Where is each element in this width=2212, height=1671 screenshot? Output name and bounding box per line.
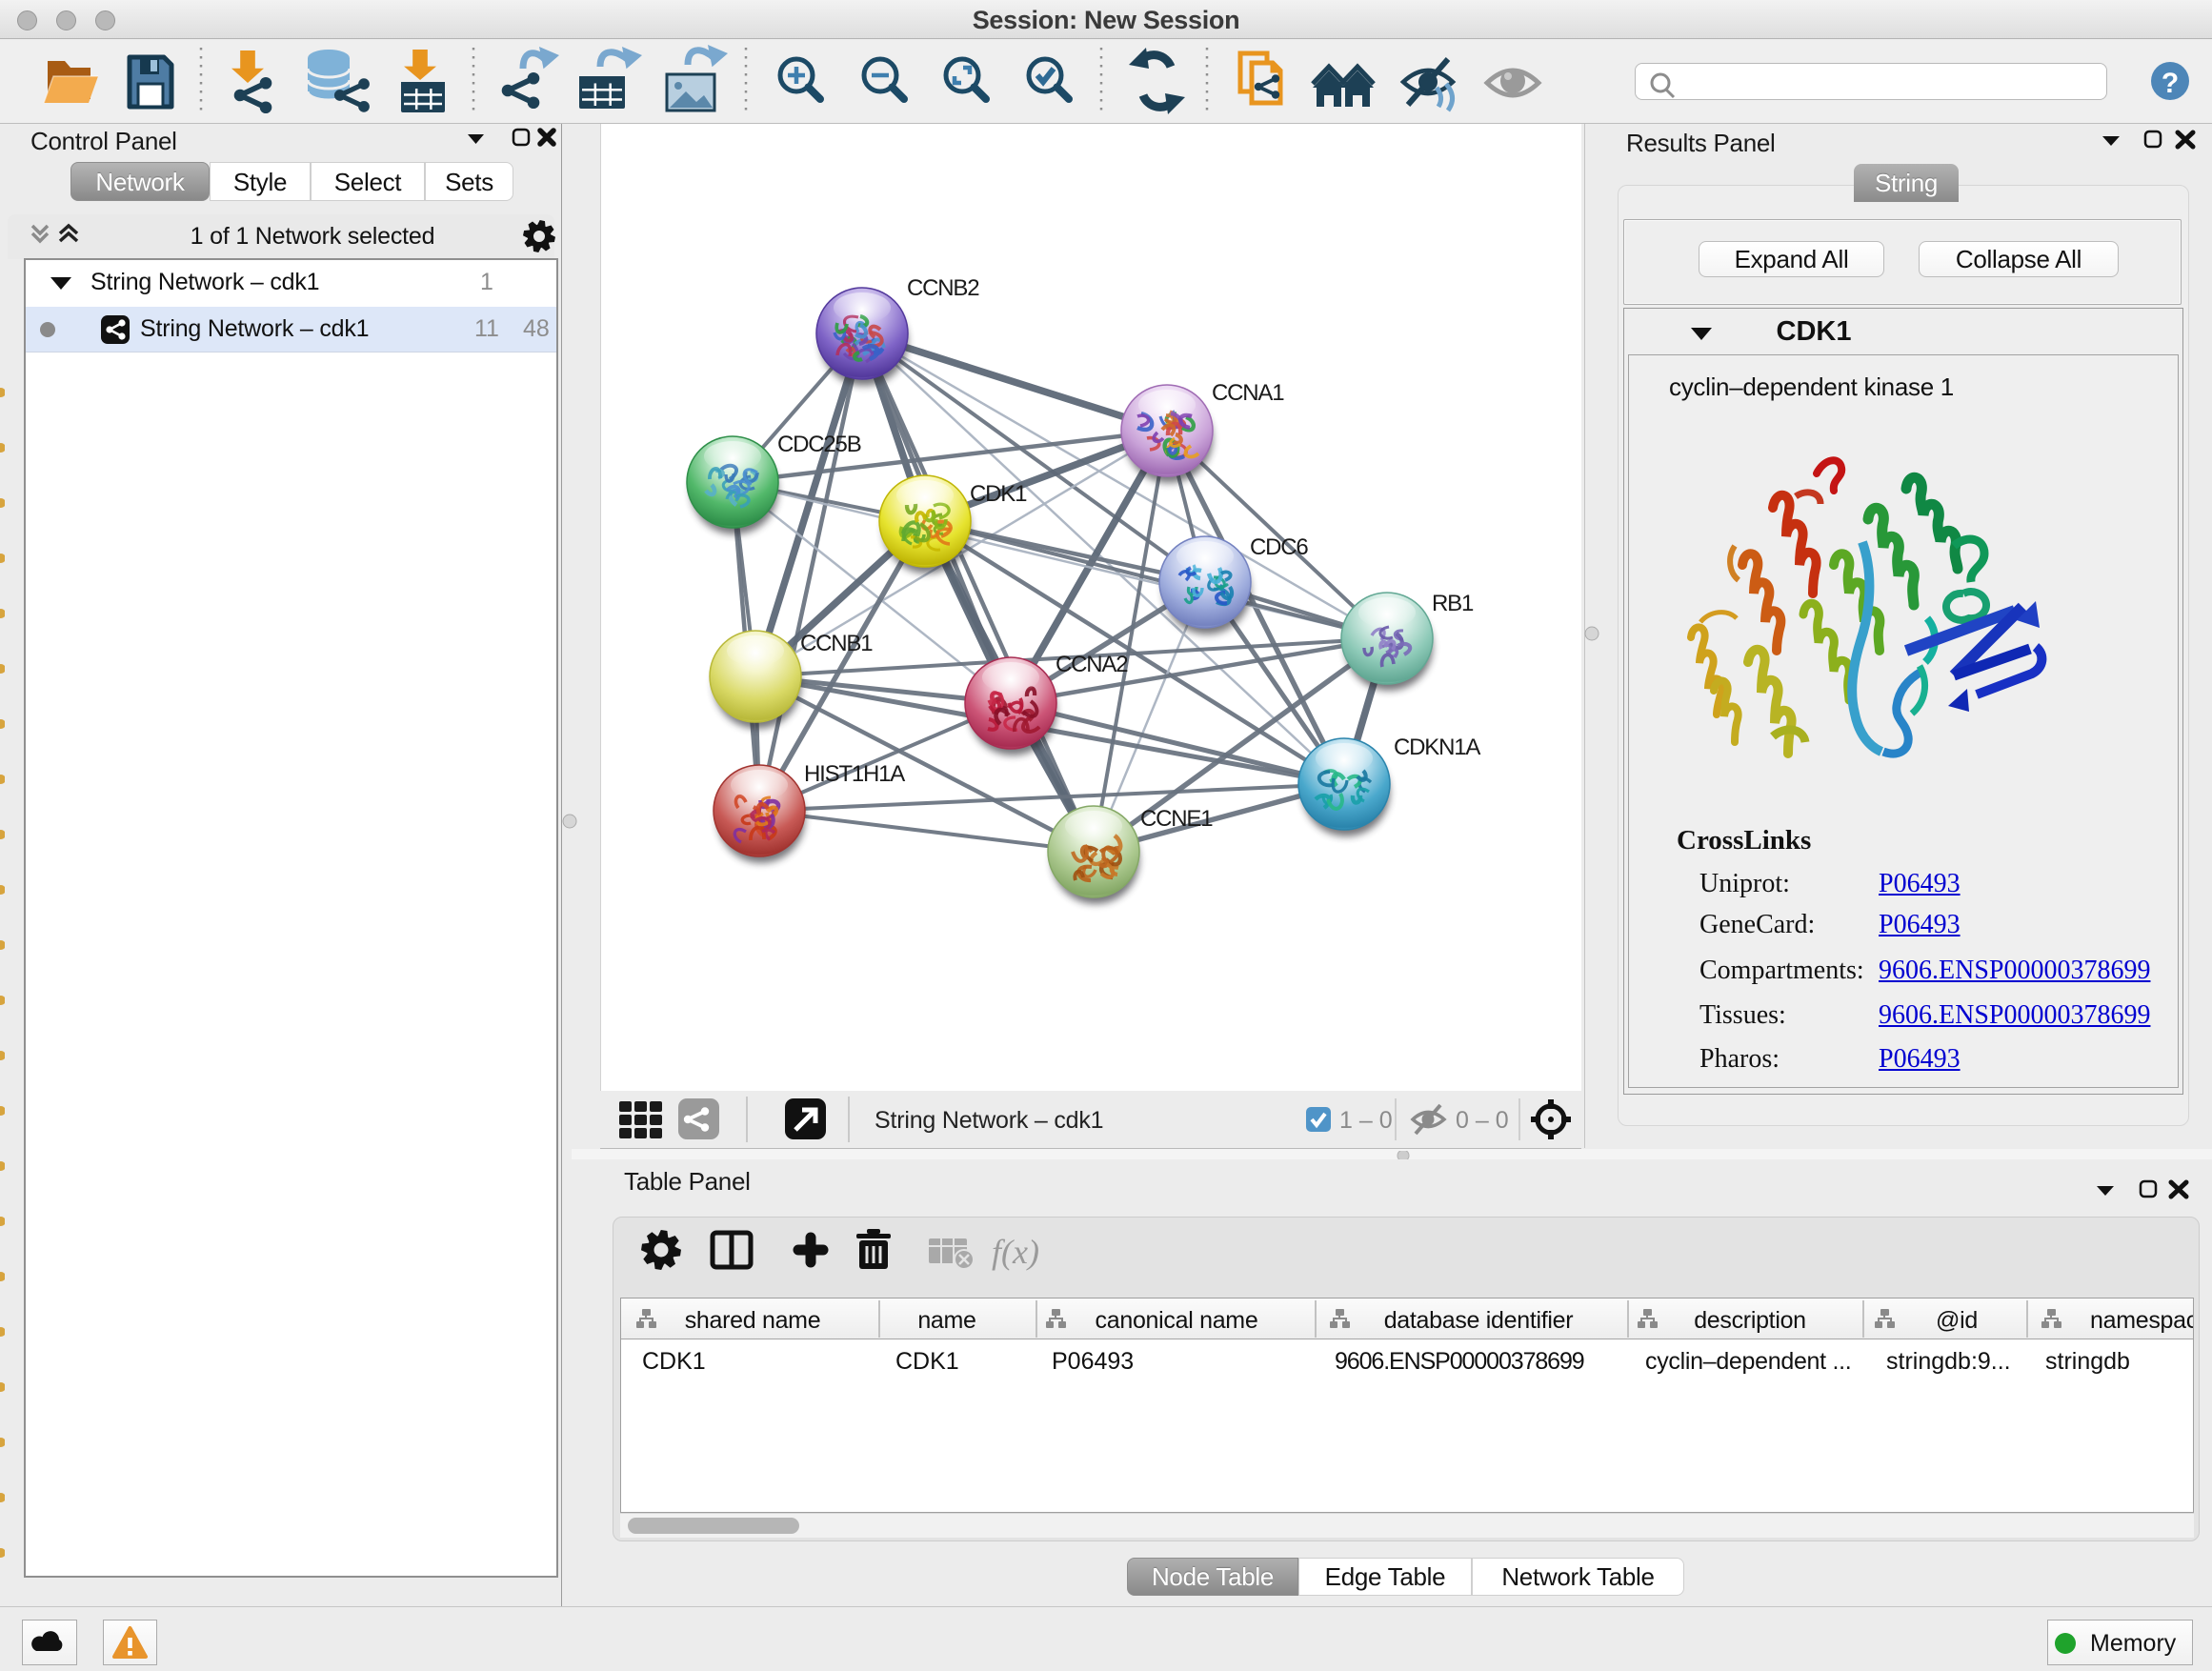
svg-text:database identifier: database identifier bbox=[1384, 1307, 1574, 1334]
svg-text:0 – 0: 0 – 0 bbox=[1456, 1107, 1509, 1134]
svg-text:canonical name: canonical name bbox=[1096, 1307, 1258, 1334]
svg-text:@id: @id bbox=[1936, 1307, 1978, 1334]
svg-text:RB1: RB1 bbox=[1432, 591, 1474, 616]
svg-text:?: ? bbox=[2162, 68, 2179, 99]
svg-text:name: name bbox=[917, 1307, 975, 1334]
svg-text:HIST1H1A: HIST1H1A bbox=[804, 761, 905, 787]
svg-text:CDKN1A: CDKN1A bbox=[1394, 735, 1480, 760]
svg-text:shared name: shared name bbox=[685, 1307, 821, 1334]
svg-text:CCNE1: CCNE1 bbox=[1140, 806, 1213, 832]
svg-text:CDC6: CDC6 bbox=[1250, 534, 1308, 560]
svg-text:CDC25B: CDC25B bbox=[777, 432, 861, 457]
svg-text:description: description bbox=[1694, 1307, 1806, 1334]
svg-text:CCNA1: CCNA1 bbox=[1212, 380, 1284, 406]
svg-text:CCNB1: CCNB1 bbox=[800, 631, 873, 656]
svg-text:f(x): f(x) bbox=[992, 1233, 1039, 1271]
svg-text:CCNA2: CCNA2 bbox=[1056, 652, 1128, 677]
svg-text:namespace: namespace bbox=[2090, 1307, 2193, 1334]
svg-text:CDK1: CDK1 bbox=[970, 481, 1027, 507]
svg-text:String Network – cdk1: String Network – cdk1 bbox=[875, 1107, 1103, 1134]
svg-text:1 – 0: 1 – 0 bbox=[1339, 1107, 1393, 1134]
svg-text:CCNB2: CCNB2 bbox=[907, 275, 979, 301]
